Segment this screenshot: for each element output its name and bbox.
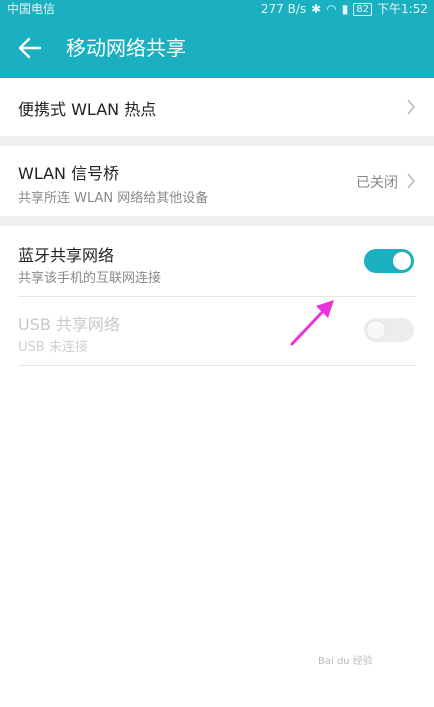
usb-tethering-toggle [364,318,414,342]
clock: 下午1:52 [377,2,428,16]
usb-tethering-label: USB 共享网络 [18,315,120,334]
bluetooth-tethering-subtitle: 共享该手机的互联网连接 [18,271,162,286]
status-icons: 277 B/s ✱ ◠ ▮ 82 下午1:52 [261,0,428,18]
app-bar: 移动网络共享 [0,18,434,78]
wlan-bridge-status: 已关闭 [356,175,398,191]
section-gap [0,136,434,146]
toggle-knob [367,321,385,339]
chevron-right-icon [407,173,416,189]
usb-tethering-subtitle: USB 未连接 [18,340,88,355]
divider [18,365,416,366]
signal-icon: ▮ [341,2,349,16]
bluetooth-tethering-label: 蓝牙共享网络 [18,246,115,265]
battery-level: 82 [353,2,373,16]
network-speed: 277 B/s [260,2,307,16]
usb-tethering-item: USB 共享网络 USB 未连接 [0,297,434,365]
carrier-name: 中国电信 [7,2,56,16]
chevron-right-icon [407,99,416,115]
wlan-bridge-label: WLAN 信号桥 [18,164,120,183]
status-bar: 中国电信 277 B/s ✱ ◠ ▮ 82 下午1:52 [0,0,434,18]
section-gap [0,216,434,226]
watermark-logo: Bai du 经验 [318,656,373,667]
bluetooth-tethering-item[interactable]: 蓝牙共享网络 共享该手机的互联网连接 [0,226,434,296]
wlan-hotspot-label: 便携式 WLAN 热点 [18,100,157,119]
wlan-bridge-subtitle: 共享所连 WLAN 网络给其他设备 [18,191,209,206]
page-title: 移动网络共享 [66,36,186,60]
wlan-hotspot-item[interactable]: 便携式 WLAN 热点 [0,78,434,136]
annotation-arrow-icon [290,300,334,346]
bluetooth-tethering-toggle[interactable] [364,249,414,273]
wlan-bridge-item[interactable]: WLAN 信号桥 共享所连 WLAN 网络给其他设备 已关闭 [0,146,434,216]
wifi-icon: ◠ [326,2,337,16]
arrow-left-icon[interactable] [14,32,46,64]
toggle-knob [393,252,411,270]
bluetooth-icon: ✱ [311,2,322,16]
